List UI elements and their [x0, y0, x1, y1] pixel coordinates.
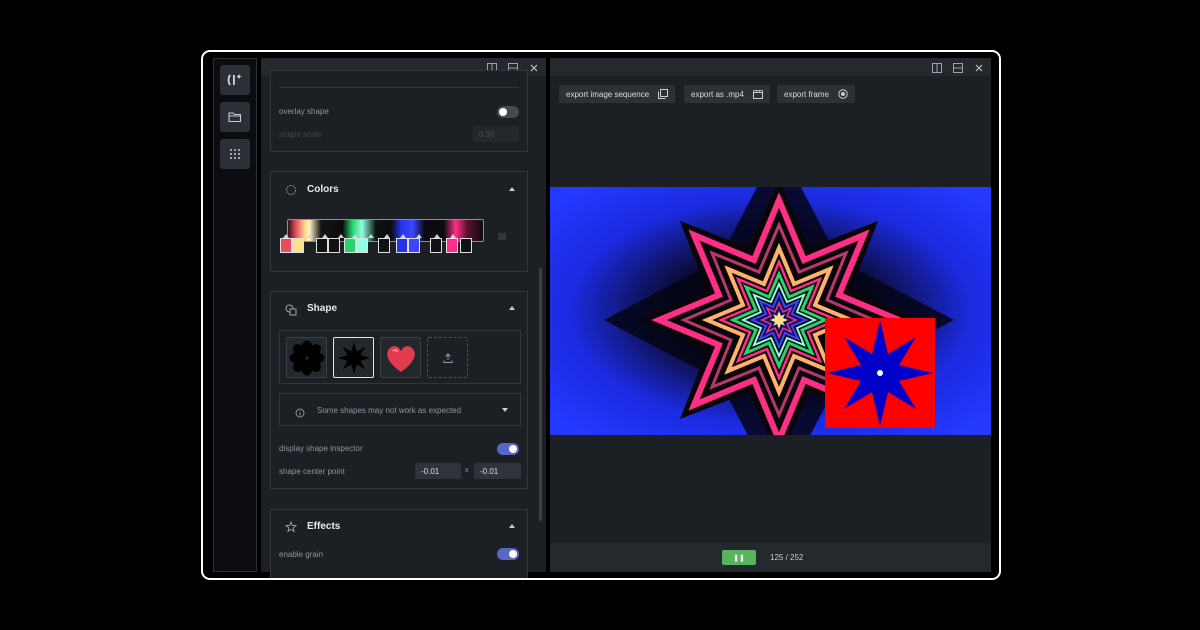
stop-marker: [384, 234, 390, 238]
color-swatch[interactable]: [408, 238, 420, 253]
star-shape-icon: [337, 341, 370, 374]
stop-marker: [338, 234, 344, 238]
stop-marker: [450, 234, 456, 238]
close-icon[interactable]: [973, 61, 985, 73]
frame-counter: 125 / 252: [770, 553, 804, 562]
chevron-down-icon: [502, 408, 508, 412]
preview-panel-header: [550, 58, 991, 76]
export-mp4-button[interactable]: export as .mp4: [684, 85, 770, 103]
heart-shape-option[interactable]: [380, 337, 421, 378]
stop-marker: [416, 234, 422, 238]
enable-grain-toggle[interactable]: [497, 548, 519, 560]
app-window: overlay shape shape scale 0.36 Colors Sh…: [201, 50, 1001, 580]
shape-warning-select[interactable]: Some shapes may not work as expected: [279, 393, 521, 426]
collapse-shape-icon[interactable]: [509, 306, 515, 310]
scrollbar-thumb[interactable]: [539, 268, 542, 521]
tool-rail: [213, 58, 257, 572]
overlay-card: overlay shape shape scale 0.36: [270, 70, 528, 152]
shape-center-handle[interactable]: [877, 370, 883, 376]
shape-inspector-overlay[interactable]: [825, 318, 935, 428]
upload-icon: [443, 352, 452, 363]
color-swatch[interactable]: [316, 238, 328, 253]
stop-marker: [434, 234, 440, 238]
overlay-shape-toggle[interactable]: [497, 106, 519, 118]
dots-grid-icon: [230, 149, 240, 159]
colors-title: Colors: [307, 184, 339, 195]
color-swatch[interactable]: [396, 238, 408, 253]
overlay-shape-label: overlay shape: [279, 107, 329, 116]
clapperboard-icon: [752, 89, 763, 99]
effects-title: Effects: [307, 521, 341, 532]
camera-shutter-icon: [838, 89, 848, 99]
collapse-effects-icon[interactable]: [509, 524, 515, 528]
images-icon: [658, 89, 669, 99]
heart-shape-icon: [386, 345, 415, 372]
close-icon[interactable]: [528, 61, 540, 73]
render-preview[interactable]: [550, 187, 991, 435]
enable-grain-label: enable grain: [279, 550, 324, 559]
stop-marker: [368, 234, 374, 238]
playback-bar: ❚❚ 125 / 252: [550, 543, 991, 572]
stop-marker: [307, 234, 313, 238]
center-separator: x: [465, 467, 469, 474]
collapse-colors-icon[interactable]: [509, 187, 515, 191]
color-stops: [280, 234, 476, 254]
color-swatch[interactable]: [328, 238, 340, 253]
split-horizontal-icon[interactable]: [952, 61, 964, 73]
inspector-star-icon: [827, 320, 933, 426]
shape-scale-input: 0.36: [473, 126, 519, 142]
color-swatch[interactable]: [344, 238, 356, 253]
divider: [279, 87, 519, 88]
shape-center-x-input[interactable]: -0.01: [415, 463, 461, 479]
shape-scale-label: shape scale: [279, 130, 322, 139]
logo-icon: [227, 74, 242, 86]
shape-center-label: shape center point: [279, 467, 345, 476]
folder-icon: [228, 112, 242, 123]
color-swatch[interactable]: [378, 238, 390, 253]
color-swatch[interactable]: [460, 238, 472, 253]
stop-marker: [352, 234, 358, 238]
grid-menu-button[interactable]: [220, 139, 250, 169]
color-swatch[interactable]: [280, 238, 292, 253]
color-swatch[interactable]: [356, 238, 368, 253]
open-folder-button[interactable]: [220, 102, 250, 132]
color-swatch[interactable]: [292, 238, 304, 253]
color-swatch[interactable]: [446, 238, 458, 253]
palette-icon: [285, 183, 297, 195]
star-shape-option[interactable]: [333, 337, 374, 378]
shape-center-y-input[interactable]: -0.01: [474, 463, 521, 479]
flower-shape-icon: [289, 340, 324, 375]
info-icon: [295, 405, 305, 423]
logo-button[interactable]: [220, 65, 250, 95]
effects-card: Effects enable grain: [270, 509, 528, 578]
flower-shape-option[interactable]: [286, 337, 327, 378]
color-swatch[interactable]: [430, 238, 442, 253]
display-inspector-label: display shape inspector: [279, 444, 363, 453]
shape-picker: [279, 330, 521, 384]
stop-marker: [322, 234, 328, 238]
settings-panel: overlay shape shape scale 0.36 Colors Sh…: [261, 58, 546, 578]
sparkle-star-icon: [284, 520, 298, 533]
export-frame-button[interactable]: export frame: [777, 85, 855, 103]
colors-card: Colors: [270, 171, 528, 272]
display-inspector-toggle[interactable]: [497, 443, 519, 455]
upload-shape-option[interactable]: [427, 337, 468, 378]
shape-warning-text: Some shapes may not work as expected: [317, 406, 462, 415]
shapes-icon: [285, 303, 297, 316]
shape-card: Shape Some shapes may not work as expect…: [270, 291, 528, 489]
delete-stop-icon[interactable]: [498, 228, 506, 246]
preview-panel: export image sequence export as .mp4 exp…: [550, 58, 991, 572]
shape-title: Shape: [307, 303, 338, 314]
stop-marker: [283, 234, 289, 238]
split-vertical-icon[interactable]: [931, 61, 943, 73]
export-image-sequence-button[interactable]: export image sequence: [559, 85, 676, 103]
pause-button[interactable]: ❚❚: [722, 550, 756, 565]
stop-marker: [400, 234, 406, 238]
